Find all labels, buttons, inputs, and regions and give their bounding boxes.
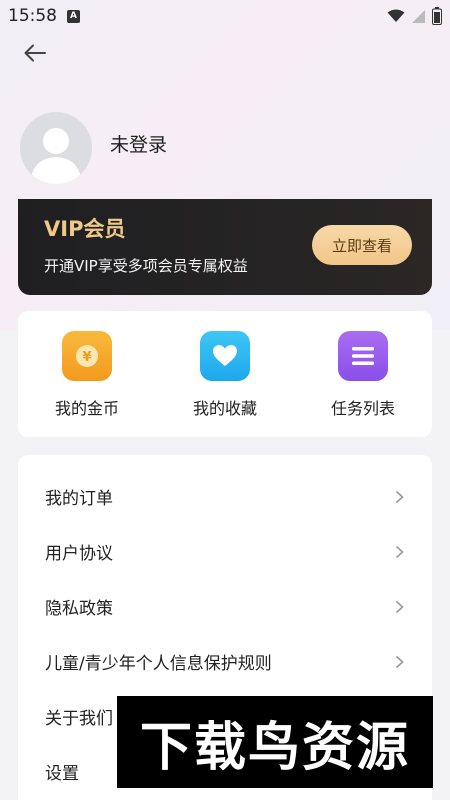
menu-item-user-agreement[interactable]: 用户协议 xyxy=(18,524,432,579)
menu-item-orders[interactable]: 我的订单 xyxy=(18,469,432,524)
vip-subtitle: 开通VIP享受多项会员专属权益 xyxy=(44,257,248,275)
chevron-right-icon xyxy=(395,600,404,613)
notification-icon: A xyxy=(67,9,80,23)
watermark-overlay: 下载鸟资源 xyxy=(117,696,433,788)
heart-icon xyxy=(200,331,250,381)
svg-text:¥: ¥ xyxy=(82,350,91,365)
avatar[interactable] xyxy=(20,112,92,184)
menu-item-label: 设置 xyxy=(45,764,79,784)
arrow-left-icon xyxy=(24,44,46,62)
menu-item-label: 用户协议 xyxy=(45,544,113,564)
quick-action-coins[interactable]: ¥ 我的金币 xyxy=(32,331,142,419)
menu-item-label: 关于我们 xyxy=(45,709,113,729)
status-bar: 15:58 A xyxy=(0,0,450,32)
quick-action-label: 任务列表 xyxy=(330,399,395,418)
quick-action-label: 我的金币 xyxy=(54,399,119,418)
vip-card: VIP会员 开通VIP享受多项会员专属权益 立即查看 xyxy=(18,199,432,295)
menu-item-privacy-policy[interactable]: 隐私政策 xyxy=(18,579,432,634)
quick-actions-card: ¥ 我的金币 我的收藏 任务列表 xyxy=(18,311,432,437)
list-icon xyxy=(338,331,388,381)
vip-title: VIP会员 xyxy=(44,217,126,241)
coin-icon: ¥ xyxy=(62,331,112,381)
back-button[interactable] xyxy=(22,40,48,66)
status-time: 15:58 xyxy=(8,6,57,26)
user-silhouette-icon xyxy=(30,128,82,184)
vip-view-button[interactable]: 立即查看 xyxy=(312,225,412,265)
login-status[interactable]: 未登录 xyxy=(110,130,167,157)
quick-action-tasks[interactable]: 任务列表 xyxy=(308,331,418,419)
wifi-icon xyxy=(387,9,405,22)
status-indicators xyxy=(387,7,442,25)
signal-icon xyxy=(412,9,425,23)
menu-item-child-privacy[interactable]: 儿童/青少年个人信息保护规则 xyxy=(18,634,432,689)
chevron-right-icon xyxy=(395,490,404,503)
menu-item-label: 儿童/青少年个人信息保护规则 xyxy=(45,654,272,674)
quick-action-favorites[interactable]: 我的收藏 xyxy=(170,331,280,419)
battery-icon xyxy=(432,7,442,25)
menu-item-label: 隐私政策 xyxy=(45,599,113,619)
menu-item-label: 我的订单 xyxy=(45,489,113,509)
chevron-right-icon xyxy=(395,545,404,558)
chevron-right-icon xyxy=(395,655,404,668)
quick-action-label: 我的收藏 xyxy=(192,399,257,418)
